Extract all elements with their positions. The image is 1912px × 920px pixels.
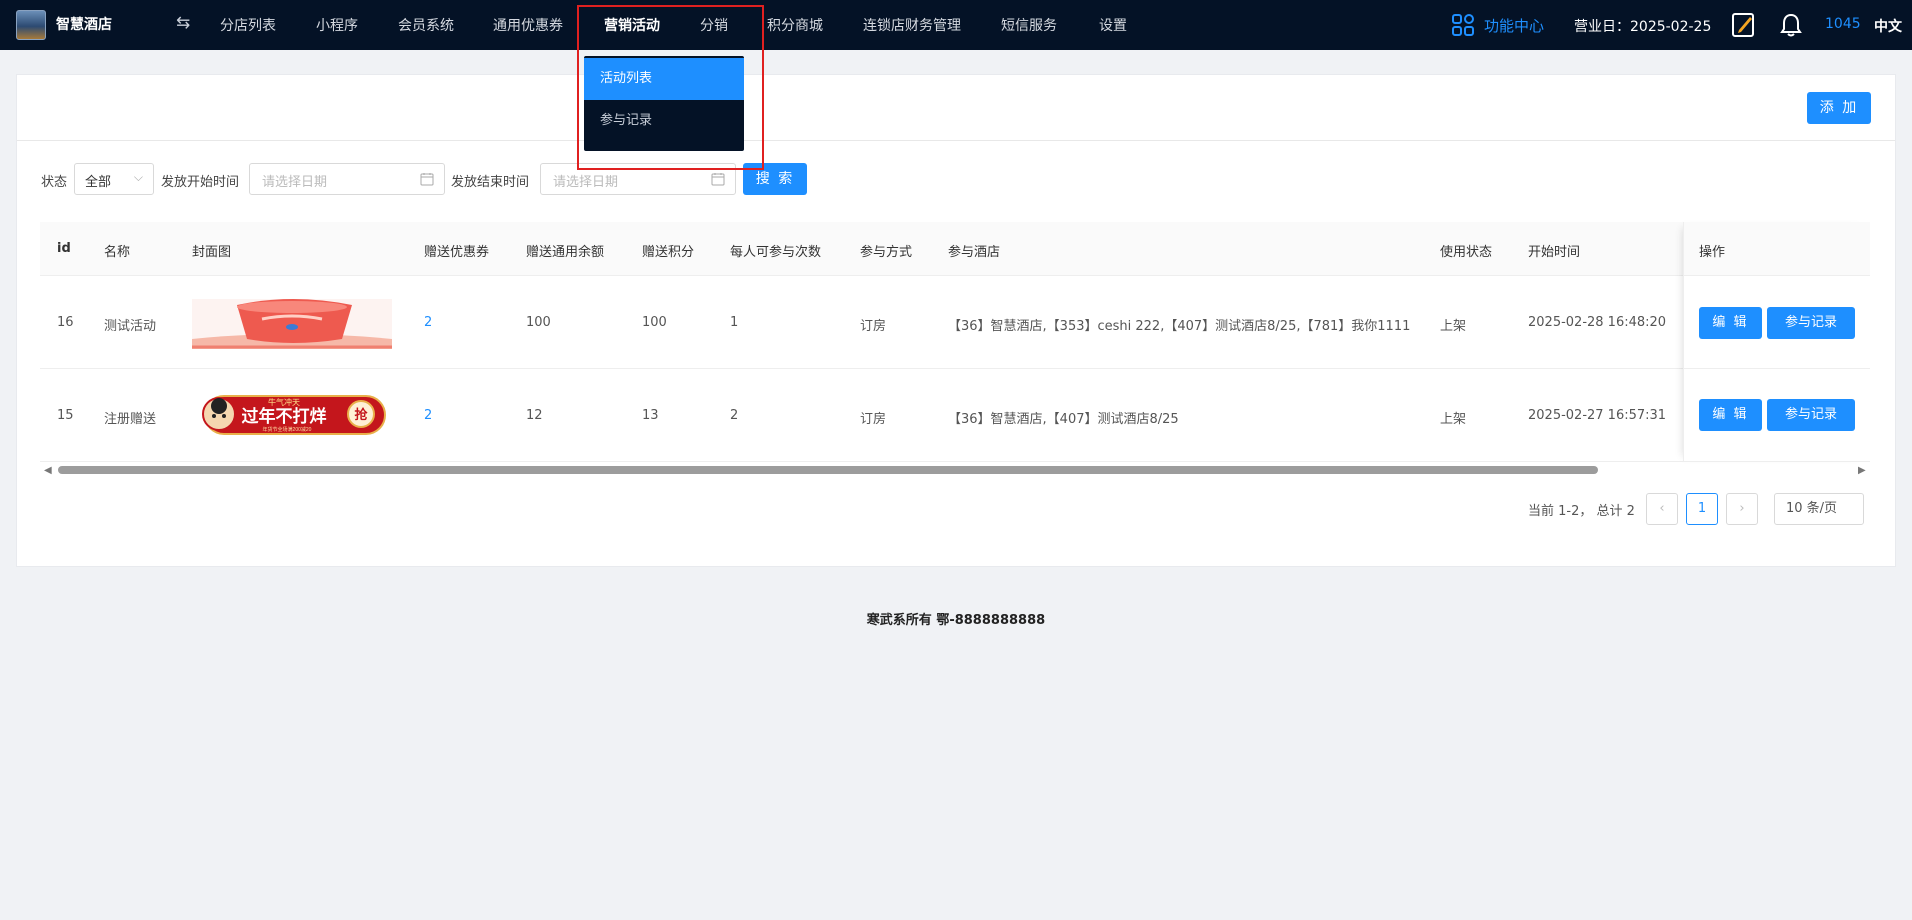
end-date-input[interactable]: 请选择日期 bbox=[540, 163, 736, 195]
fixed-actions-column bbox=[1683, 222, 1870, 462]
cell-balance: 12 bbox=[526, 408, 543, 423]
page-size-select[interactable]: 10 条/页 bbox=[1774, 493, 1864, 525]
banner-top-text: 牛气冲天 bbox=[268, 397, 300, 407]
column-header-balance: 赠送通用余额 bbox=[526, 245, 605, 260]
column-header-points: 赠送积分 bbox=[642, 245, 695, 260]
dropdown-item-activity-list[interactable]: 活动列表 bbox=[584, 58, 744, 100]
add-button[interactable]: 添 加 bbox=[1807, 92, 1871, 124]
column-header-id: id bbox=[57, 241, 71, 256]
banner-main-text: 过年不打烊 bbox=[242, 406, 327, 426]
cell-start-time: 2025-02-28 16:48:20 bbox=[1528, 315, 1667, 330]
business-date: 营业日：2025-02-25 bbox=[1574, 19, 1712, 35]
chevron-down-icon: ⌵ bbox=[133, 170, 143, 184]
cell-status: 上架 bbox=[1440, 319, 1467, 334]
marketing-dropdown-menu: 活动列表 参与记录 bbox=[584, 56, 744, 151]
bell-icon[interactable] bbox=[1780, 12, 1802, 38]
swap-icon[interactable]: ⇆ bbox=[176, 13, 190, 33]
cell-coupons-link[interactable]: 2 bbox=[424, 408, 432, 423]
prev-page-button[interactable]: ‹ bbox=[1646, 493, 1678, 525]
column-header-times: 每人可参与次数 bbox=[730, 245, 822, 260]
calendar-icon bbox=[711, 173, 725, 186]
scrollbar-thumb[interactable] bbox=[58, 466, 1598, 474]
column-header-cover: 封面图 bbox=[192, 245, 232, 260]
page-size-value: 10 条/页 bbox=[1786, 501, 1838, 516]
cell-status: 上架 bbox=[1440, 412, 1467, 427]
dropdown-item-participation-records[interactable]: 参与记录 bbox=[584, 100, 744, 142]
function-center-icon[interactable] bbox=[1451, 13, 1475, 37]
table-row: 15 注册赠送 牛气冲天 过年不打烊 抢 年货节全场满200减20 2 12 1… bbox=[40, 370, 1870, 462]
nav-item-points-mall[interactable]: 积分商城 bbox=[767, 15, 823, 35]
user-number[interactable]: 1045 bbox=[1825, 16, 1861, 32]
cover-image[interactable] bbox=[192, 299, 392, 349]
language-switch[interactable]: 中文 bbox=[1874, 16, 1902, 36]
cell-points: 100 bbox=[642, 315, 667, 330]
cell-balance: 100 bbox=[526, 315, 551, 330]
table-row: 16 测试活动 2 100 100 1 订房 【36】智慧酒店,【353】ces… bbox=[40, 277, 1870, 369]
status-select-value: 全部 bbox=[85, 175, 112, 190]
column-header-start-time: 开始时间 bbox=[1528, 245, 1581, 260]
cell-name: 测试活动 bbox=[104, 319, 157, 334]
nav-item-branch-list[interactable]: 分店列表 bbox=[220, 15, 276, 35]
status-filter-label: 状态 bbox=[41, 175, 68, 190]
nav-item-member-system[interactable]: 会员系统 bbox=[398, 15, 454, 35]
cell-id: 16 bbox=[57, 315, 74, 330]
nav-item-general-coupons[interactable]: 通用优惠券 bbox=[493, 15, 563, 35]
cell-points: 13 bbox=[642, 408, 659, 423]
page-button-current[interactable]: 1 bbox=[1686, 493, 1718, 525]
nav-item-marketing[interactable]: 营销活动 bbox=[604, 15, 660, 35]
start-date-input[interactable]: 请选择日期 bbox=[249, 163, 445, 195]
cell-hotels: 【36】智慧酒店,【407】测试酒店8/25 bbox=[948, 412, 1179, 427]
column-header-name: 名称 bbox=[104, 245, 131, 260]
table-header: id 名称 封面图 赠送优惠券 赠送通用余额 赠送积分 每人可参与次数 参与方式… bbox=[40, 222, 1870, 276]
nav-item-sms-service[interactable]: 短信服务 bbox=[1001, 15, 1057, 35]
cover-image[interactable]: 牛气冲天 过年不打烊 抢 年货节全场满200减20 bbox=[197, 390, 387, 438]
start-date-label: 发放开始时间 bbox=[161, 175, 240, 190]
pagination-info: 当前 1-2， 总计 2 bbox=[1528, 504, 1635, 519]
next-page-button[interactable]: › bbox=[1726, 493, 1758, 525]
hotel-logo bbox=[16, 10, 46, 40]
column-header-coupons: 赠送优惠券 bbox=[424, 245, 490, 260]
cell-times: 1 bbox=[730, 315, 739, 330]
banner-badge-text: 抢 bbox=[354, 407, 368, 422]
nav-item-chain-finance[interactable]: 连锁店财务管理 bbox=[863, 15, 961, 35]
cell-hotels: 【36】智慧酒店,【353】ceshi 222,【407】测试酒店8/25,【7… bbox=[948, 319, 1411, 334]
cell-coupons-link[interactable]: 2 bbox=[424, 315, 432, 330]
function-center-link[interactable]: 功能中心 bbox=[1484, 15, 1544, 36]
card-header: 添 加 bbox=[17, 75, 1895, 141]
brand-name: 智慧酒店 bbox=[56, 17, 112, 33]
cell-name: 注册赠送 bbox=[104, 412, 157, 427]
cell-times: 2 bbox=[730, 408, 739, 423]
end-date-label: 发放结束时间 bbox=[451, 175, 530, 190]
start-date-placeholder: 请选择日期 bbox=[262, 175, 328, 190]
edit-note-icon[interactable] bbox=[1732, 12, 1756, 38]
cell-id: 15 bbox=[57, 408, 74, 423]
banner-small-text: 年货节全场满200减20 bbox=[263, 426, 312, 433]
end-date-placeholder: 请选择日期 bbox=[553, 175, 619, 190]
search-button[interactable]: 搜 索 bbox=[743, 163, 807, 195]
status-select[interactable]: 全部 ⌵ bbox=[74, 163, 154, 195]
nav-item-distribution[interactable]: 分销 bbox=[700, 15, 728, 35]
scroll-left-icon[interactable]: ◀ bbox=[44, 465, 52, 476]
column-header-hotels: 参与酒店 bbox=[948, 245, 1001, 260]
nav-item-settings[interactable]: 设置 bbox=[1099, 15, 1127, 35]
calendar-icon bbox=[420, 173, 434, 186]
nav-item-mini-program[interactable]: 小程序 bbox=[316, 15, 358, 35]
column-header-method: 参与方式 bbox=[860, 245, 913, 260]
footer-copyright: 寒武系所有 鄂-8888888888 bbox=[866, 613, 1046, 628]
cell-method: 订房 bbox=[860, 412, 887, 427]
column-header-status: 使用状态 bbox=[1440, 245, 1493, 260]
horizontal-scrollbar[interactable]: ◀ ▶ bbox=[40, 463, 1870, 476]
cell-method: 订房 bbox=[860, 319, 887, 334]
top-navbar: 智慧酒店 ⇆ 分店列表 小程序 会员系统 通用优惠券 营销活动 分销 积分商城 … bbox=[0, 0, 1912, 50]
cell-start-time: 2025-02-27 16:57:31 bbox=[1528, 408, 1667, 423]
scroll-right-icon[interactable]: ▶ bbox=[1858, 465, 1866, 476]
